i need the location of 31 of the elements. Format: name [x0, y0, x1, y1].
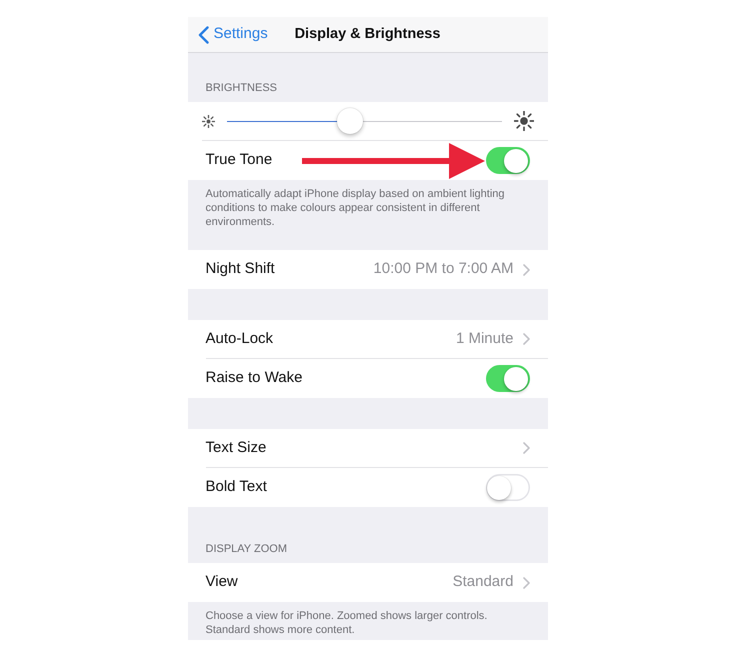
- chevron-right-icon: [522, 333, 530, 345]
- toggle-switch[interactable]: [486, 365, 530, 392]
- small-sun-icon: [202, 114, 214, 128]
- back-button[interactable]: Settings: [188, 23, 268, 46]
- chevron-right-icon: [522, 442, 530, 454]
- row-label: Auto-Lock: [206, 328, 274, 349]
- row-label: Night Shift: [206, 259, 275, 280]
- row-label: View: [206, 572, 238, 592]
- section-footer: Automatically adapt iPhone display based on ambient lighting conditions to make colours appear consistent in different environments.: [206, 187, 530, 229]
- section-header: BRIGHTNESS: [206, 82, 278, 94]
- row-label: Text Size: [206, 438, 266, 458]
- toggle-switch[interactable]: [486, 474, 530, 501]
- settings-row[interactable]: Text Size: [188, 429, 548, 468]
- chevron-right-icon: [522, 576, 530, 588]
- row-value: Standard: [452, 572, 514, 592]
- row-value: 1 Minute: [456, 328, 514, 349]
- section-header: DISPLAY ZOOM: [206, 543, 288, 555]
- row-label: True Tone: [206, 150, 272, 170]
- chevron-left-icon: [198, 26, 208, 44]
- row-label: Bold Text: [206, 477, 267, 498]
- nav-title: Display & Brightness: [294, 24, 440, 44]
- row-label: Raise to Wake: [206, 368, 302, 388]
- settings-row[interactable]: View Standard: [188, 563, 548, 602]
- chevron-right-icon: [522, 264, 530, 276]
- row-value: 10:00 PM to 7:00 AM: [373, 259, 514, 280]
- large-sun-icon: [514, 111, 534, 131]
- slider-thumb[interactable]: [337, 108, 364, 134]
- toggle-switch[interactable]: [486, 147, 530, 174]
- settings-row[interactable]: Night Shift 10:00 PM to 7:00 AM: [188, 250, 548, 289]
- settings-row[interactable]: Auto-Lock 1 Minute: [188, 320, 548, 359]
- section-footer: Choose a view for iPhone. Zoomed shows larger controls. Standard shows more content.: [206, 609, 530, 637]
